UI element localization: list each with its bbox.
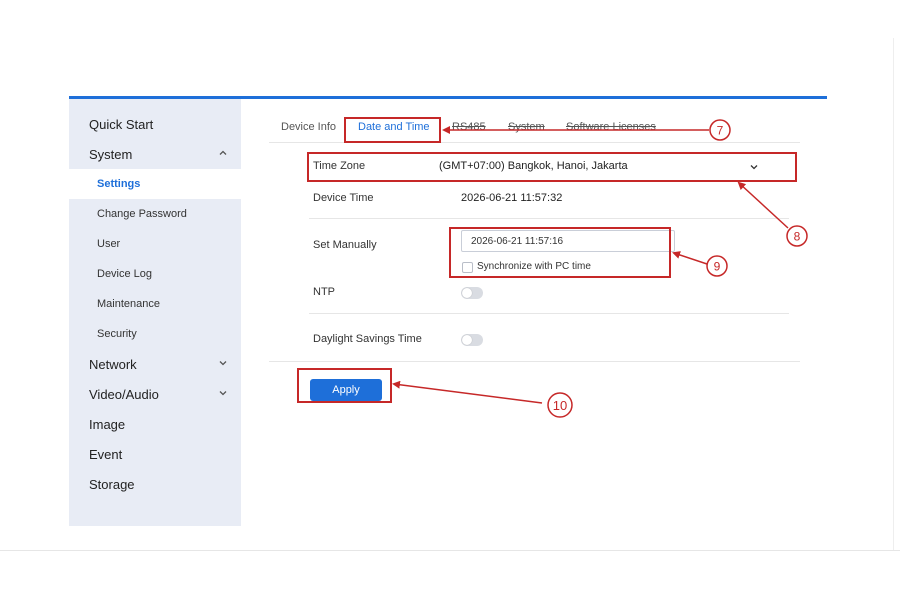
daylight-savings-label: Daylight Savings Time bbox=[313, 333, 422, 345]
section-divider bbox=[269, 361, 800, 362]
row-divider bbox=[309, 218, 789, 219]
sidebar-item-security[interactable]: Security bbox=[69, 319, 241, 349]
toggle-knob bbox=[462, 288, 472, 298]
sidebar-item-change-password[interactable]: Change Password bbox=[69, 199, 241, 229]
sidebar-item-label: Video/Audio bbox=[89, 386, 159, 402]
tab-rs485[interactable]: RS485 bbox=[452, 121, 486, 133]
sidebar-item-label: Device Log bbox=[97, 268, 153, 280]
ntp-label: NTP bbox=[313, 286, 335, 298]
sidebar-item-network[interactable]: Network bbox=[69, 349, 241, 379]
sidebar-item-label: Image bbox=[89, 416, 126, 432]
sidebar-item-label: Event bbox=[89, 446, 123, 462]
sidebar-item-image[interactable]: Image bbox=[69, 409, 241, 439]
callout-box-time-zone bbox=[307, 152, 797, 182]
row-divider bbox=[309, 313, 789, 314]
sidebar-item-label: Change Password bbox=[97, 208, 187, 220]
sidebar-item-label: Settings bbox=[97, 178, 141, 190]
chevron-down-icon bbox=[219, 361, 227, 366]
sidebar-item-maintenance[interactable]: Maintenance bbox=[69, 289, 241, 319]
sidebar-item-event[interactable]: Event bbox=[69, 439, 241, 469]
sidebar-item-label: Quick Start bbox=[89, 116, 154, 132]
sidebar-item-device-log[interactable]: Device Log bbox=[69, 259, 241, 289]
callout-box-set-manually bbox=[449, 227, 671, 278]
tab-software-licenses[interactable]: Software Licenses bbox=[566, 121, 656, 133]
device-time-value: 2026-06-21 11:57:32 bbox=[461, 192, 563, 204]
sidebar-item-label: User bbox=[97, 238, 121, 250]
sidebar-item-label: Maintenance bbox=[97, 298, 160, 310]
sidebar-item-user[interactable]: User bbox=[69, 229, 241, 259]
device-time-label: Device Time bbox=[313, 192, 374, 204]
page-divider bbox=[0, 550, 900, 551]
set-manually-label: Set Manually bbox=[313, 239, 377, 251]
daylight-savings-toggle[interactable] bbox=[461, 334, 483, 346]
sidebar-item-label: System bbox=[89, 146, 133, 162]
tab-system[interactable]: System bbox=[508, 121, 545, 133]
sidebar-item-label: Security bbox=[97, 328, 137, 340]
chevron-down-icon bbox=[219, 391, 227, 396]
sidebar-item-system[interactable]: System bbox=[69, 139, 241, 169]
callout-box-date-time-tab bbox=[344, 117, 441, 143]
toggle-knob bbox=[462, 335, 472, 345]
sidebar-item-label: Network bbox=[89, 356, 137, 372]
page-edge bbox=[893, 38, 894, 550]
sidebar-item-video-audio[interactable]: Video/Audio bbox=[69, 379, 241, 409]
sidebar: Quick Start System Settings Change Passw… bbox=[69, 99, 241, 526]
ntp-toggle[interactable] bbox=[461, 287, 483, 299]
sidebar-item-label: Storage bbox=[89, 476, 135, 492]
sidebar-item-storage[interactable]: Storage bbox=[69, 469, 241, 499]
chevron-up-icon bbox=[219, 150, 227, 155]
tab-device-info[interactable]: Device Info bbox=[281, 121, 336, 133]
callout-box-apply bbox=[297, 368, 392, 403]
sidebar-item-quick-start[interactable]: Quick Start bbox=[69, 109, 241, 139]
sidebar-item-settings[interactable]: Settings bbox=[69, 169, 241, 199]
